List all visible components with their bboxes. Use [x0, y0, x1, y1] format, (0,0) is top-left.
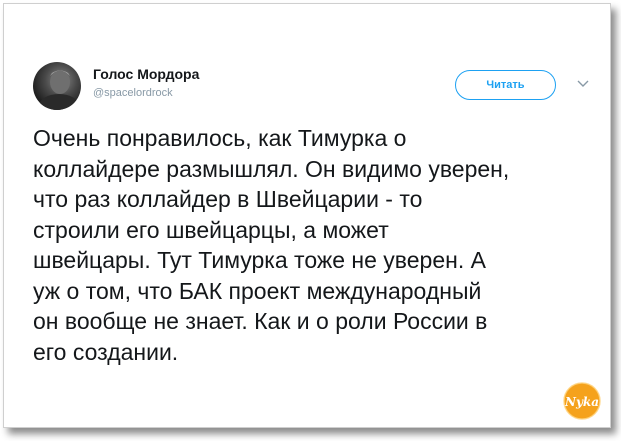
tweet-text-line: коллайдере размышлял. Он видимо уверен,: [33, 155, 510, 182]
tweet-text-line: он вообще не знает. Как и о роли России …: [33, 308, 488, 334]
avatar-photo: [39, 70, 79, 110]
chevron-down-icon[interactable]: [577, 80, 589, 88]
tweet-text-line: уж о том, что БАК проект международный: [33, 277, 482, 304]
tweet-text: Очень понравилось, как Тимурка о коллайд…: [33, 123, 603, 367]
watermark-text: Nyka: [564, 395, 599, 409]
avatar[interactable]: [33, 62, 81, 110]
tweet-text-line: швейцары. Тут Тимурка тоже не уверен. А: [33, 247, 486, 273]
author-handle[interactable]: @spacelordrock: [93, 87, 173, 99]
follow-button[interactable]: Читать: [455, 70, 556, 100]
tweet-text-line: что раз коллайдер в Швейцарии - то: [33, 186, 423, 212]
tweet-text-line: Очень понравилось, как Тимурка о: [33, 125, 407, 151]
watermark-logo: Nyka: [563, 382, 601, 420]
author-name[interactable]: Голос Мордора: [93, 66, 199, 82]
tweet-text-line: строили его швейцарцы, а может: [33, 216, 389, 243]
tweet-text-line: его создании.: [33, 338, 179, 365]
